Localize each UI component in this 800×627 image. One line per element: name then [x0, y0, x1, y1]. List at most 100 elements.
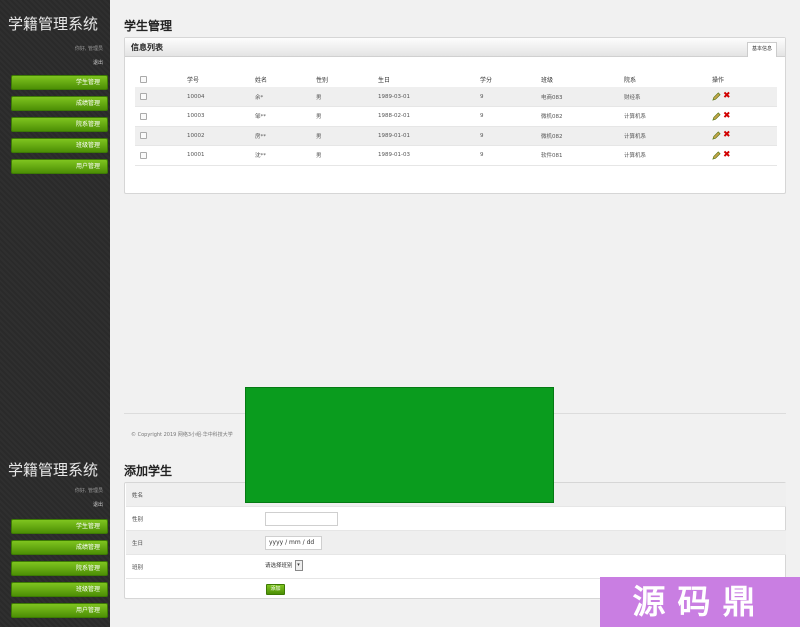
- sidebar-item-users[interactable]: 用户管理: [11, 159, 108, 174]
- greeting-text: 你好, 管理员: [74, 488, 103, 494]
- cell-birthday: 1988-02-01: [378, 106, 480, 127]
- class-label: 班别: [132, 565, 144, 571]
- delete-icon[interactable]: ✖: [723, 111, 731, 121]
- chevron-down-icon[interactable]: ▾: [294, 560, 303, 571]
- delete-icon[interactable]: ✖: [723, 131, 731, 140]
- cell-dept: 计算机系: [624, 106, 712, 127]
- column-header-name: 姓名: [255, 76, 268, 84]
- cell-actions: ✖: [712, 87, 777, 107]
- sidebar-item-grades[interactable]: 成绩管理: [11, 96, 108, 111]
- edit-icon[interactable]: [712, 112, 721, 121]
- cell-actions: ✖: [712, 106, 777, 127]
- name-label: 姓名: [132, 493, 144, 499]
- sidebar-item-departments[interactable]: 院系管理: [11, 117, 108, 132]
- app-title: 学籍管理系统: [8, 15, 99, 33]
- add-button[interactable]: 添加: [266, 584, 285, 595]
- class-select-value: 请选择班别: [265, 563, 293, 569]
- cell-credit: 9: [480, 145, 541, 166]
- cell-credit: 9: [480, 87, 541, 107]
- cell-sex: 男: [316, 106, 378, 127]
- table-row: 10002 房** 男 1989-01-01 9 微机082 计算机系 ✖: [135, 126, 777, 146]
- column-header-id: 学号: [187, 76, 200, 84]
- column-header-class: 班级: [541, 76, 554, 84]
- sidebar-item-students[interactable]: 学生管理: [11, 519, 108, 534]
- cell-actions: ✖: [712, 145, 777, 166]
- edit-icon[interactable]: [712, 151, 721, 160]
- sidebar-item-classes[interactable]: 班级管理: [11, 138, 108, 153]
- sidebar-item-grades[interactable]: 成绩管理: [11, 540, 108, 555]
- birthday-label: 生日: [132, 541, 144, 547]
- page-title: 学生管理: [124, 19, 173, 33]
- sidebar-item-students[interactable]: 学生管理: [11, 75, 108, 90]
- watermark-logo: 源码鼎: [600, 577, 800, 627]
- column-header-sex: 性别: [316, 76, 329, 84]
- cell-birthday: 1989-01-03: [378, 145, 480, 166]
- cell-sex: 男: [316, 126, 378, 146]
- panel-header: 信息列表 基本信息: [125, 38, 785, 57]
- select-all-checkbox[interactable]: [140, 75, 147, 83]
- form-row-sex: 性别: [126, 507, 786, 531]
- row-checkbox[interactable]: [140, 151, 147, 159]
- cell-dept: 财经系: [624, 87, 712, 107]
- cell-birthday: 1989-03-01: [378, 87, 480, 107]
- table-header-row: 学号 姓名 性别 生日 学分 班级 院系 操作: [135, 71, 777, 87]
- cell-dept: 计算机系: [624, 126, 712, 146]
- form-row-birthday: 生日 yyyy / mm / dd: [126, 531, 786, 555]
- row-checkbox[interactable]: [140, 93, 147, 100]
- column-header-dept: 院系: [624, 76, 637, 84]
- cell-dept: 计算机系: [624, 145, 712, 166]
- student-list-panel: 信息列表 基本信息 学号 姓名 性别 生日 学分 班级 院系 操作 10004: [124, 37, 786, 194]
- column-header-actions: 操作: [712, 76, 725, 84]
- footer-copyright: © Copyright 2019 网络3小组·华中科技大学: [131, 432, 233, 438]
- sidebar-item-departments[interactable]: 院系管理: [11, 561, 108, 576]
- student-table: 学号 姓名 性别 生日 学分 班级 院系 操作 10004 余* 男 1989-…: [135, 71, 777, 166]
- cell-id: 10004: [187, 87, 255, 107]
- sidebar: 学籍管理系统 你好, 管理员 退出 学生管理 成绩管理 院系管理 班级管理 用户…: [0, 0, 110, 446]
- row-checkbox[interactable]: [140, 112, 147, 120]
- cell-class: 微机082: [541, 126, 624, 146]
- cell-class: 微机082: [541, 106, 624, 127]
- column-header-birthday: 生日: [378, 76, 391, 84]
- logout-link[interactable]: 退出: [0, 59, 110, 66]
- cell-name: 沈**: [255, 145, 316, 166]
- table-row: 10003 邹** 男 1988-02-01 9 微机082 计算机系 ✖: [135, 106, 777, 127]
- delete-icon[interactable]: ✖: [723, 150, 731, 160]
- sex-field[interactable]: [265, 512, 338, 526]
- cell-sex: 男: [316, 87, 378, 107]
- cell-actions: ✖: [712, 126, 777, 146]
- delete-icon[interactable]: ✖: [723, 92, 731, 101]
- column-header-credit: 学分: [480, 76, 493, 84]
- sex-label: 性别: [132, 517, 144, 523]
- edit-icon[interactable]: [712, 131, 721, 140]
- cell-id: 10003: [187, 106, 255, 127]
- cell-sex: 男: [316, 145, 378, 166]
- sidebar-item-classes[interactable]: 班级管理: [11, 582, 108, 597]
- sidebar-menu: 学生管理 成绩管理 院系管理 班级管理 用户管理: [0, 519, 110, 618]
- cell-class: 电商083: [541, 87, 624, 107]
- edit-icon[interactable]: [712, 92, 721, 101]
- cell-id: 10002: [187, 126, 255, 146]
- row-checkbox[interactable]: [140, 132, 147, 140]
- sidebar-item-users[interactable]: 用户管理: [11, 603, 108, 618]
- panel-title: 信息列表: [131, 43, 163, 52]
- birthday-field[interactable]: yyyy / mm / dd: [265, 536, 322, 550]
- cell-credit: 9: [480, 106, 541, 127]
- tab-basic-info[interactable]: 基本信息: [746, 42, 777, 57]
- table-row: 10004 余* 男 1989-03-01 9 电商083 财经系 ✖: [135, 87, 777, 107]
- cell-birthday: 1989-01-01: [378, 126, 480, 146]
- sidebar-menu: 学生管理 成绩管理 院系管理 班级管理 用户管理: [0, 75, 110, 174]
- green-overlay-block: [245, 387, 554, 503]
- cell-name: 房**: [255, 126, 316, 146]
- class-select[interactable]: 请选择班别 ▾: [265, 559, 303, 574]
- form-row-class: 班别 请选择班别 ▾: [126, 555, 786, 579]
- cell-name: 余*: [255, 87, 316, 107]
- greeting-text: 你好, 管理员: [74, 46, 103, 52]
- cell-credit: 9: [480, 126, 541, 146]
- sidebar-second: 学籍管理系统 你好, 管理员 退出 学生管理 成绩管理 院系管理 班级管理 用户…: [0, 446, 110, 627]
- table-row: 10001 沈** 男 1989-01-03 9 软件081 计算机系 ✖: [135, 145, 777, 166]
- add-page-title: 添加学生: [124, 464, 173, 478]
- cell-class: 软件081: [541, 145, 624, 166]
- logout-link[interactable]: 退出: [0, 501, 110, 508]
- app-title: 学籍管理系统: [8, 461, 99, 479]
- cell-name: 邹**: [255, 106, 316, 127]
